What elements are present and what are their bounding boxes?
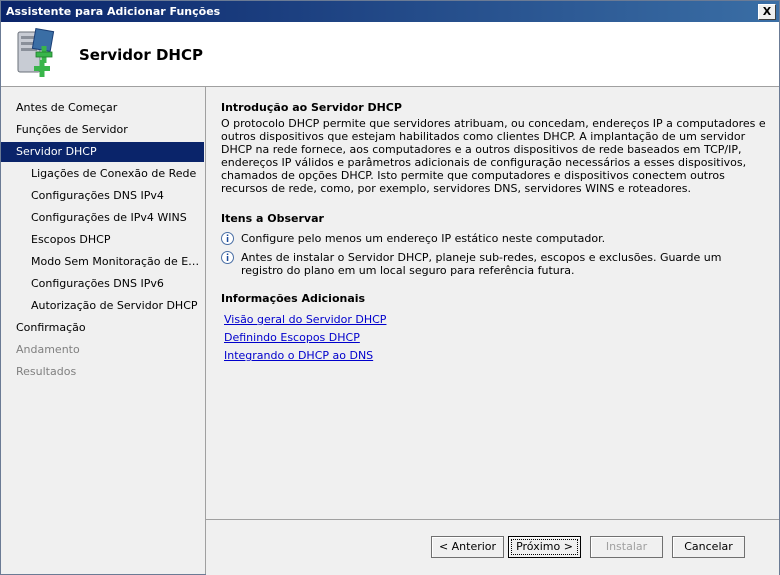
- more-info-title: Informações Adicionais: [221, 292, 366, 305]
- nav-item[interactable]: Escopos DHCP: [1, 230, 204, 250]
- title-bar[interactable]: Assistente para Adicionar Funções X: [1, 1, 779, 22]
- note-text: Configure pelo menos um endereço IP está…: [241, 232, 606, 245]
- nav-item[interactable]: Servidor DHCP: [1, 142, 204, 162]
- link-defining-scopes[interactable]: Definindo Escopos DHCP: [224, 331, 360, 344]
- info-icon: [221, 251, 234, 264]
- window-title: Assistente para Adicionar Funções: [6, 5, 221, 18]
- nav-item[interactable]: Autorização de Servidor DHCP: [1, 296, 204, 316]
- intro-title: Introdução ao Servidor DHCP: [221, 101, 402, 114]
- close-button[interactable]: X: [758, 4, 776, 20]
- intro-text: O protocolo DHCP permite que servidores …: [221, 117, 766, 195]
- nav-item[interactable]: Confirmação: [1, 318, 204, 338]
- page-title: Servidor DHCP: [79, 46, 203, 64]
- nav-item[interactable]: Configurações DNS IPv4: [1, 186, 204, 206]
- server-add-icon: [17, 28, 55, 77]
- nav-item[interactable]: Funções de Servidor: [1, 120, 204, 140]
- install-button[interactable]: Instalar: [590, 536, 663, 558]
- nav-item[interactable]: Modo Sem Monitoração de Est...: [1, 252, 204, 272]
- next-button[interactable]: Próximo >: [508, 536, 581, 558]
- wizard-window: Assistente para Adicionar Funções X Serv…: [0, 0, 780, 575]
- nav-item[interactable]: Ligações de Conexão de Rede: [1, 164, 204, 184]
- link-dhcp-dns[interactable]: Integrando o DHCP ao DNS: [224, 349, 373, 362]
- cancel-button[interactable]: Cancelar: [672, 536, 745, 558]
- note-text: Antes de instalar o Servidor DHCP, plane…: [241, 251, 722, 277]
- notes-title: Itens a Observar: [221, 212, 324, 225]
- nav-item: Andamento: [16, 343, 80, 356]
- nav-item[interactable]: Configurações de IPv4 WINS: [1, 208, 204, 228]
- content-pane: Introdução ao Servidor DHCP O protocolo …: [206, 87, 779, 519]
- wizard-footer: < Anterior Próximo > Instalar Cancelar: [206, 519, 779, 575]
- wizard-nav-pane: Antes de Começar Funções de Servidor Servi…: [1, 87, 206, 574]
- info-icon: [221, 232, 234, 245]
- back-button[interactable]: < Anterior: [431, 536, 504, 558]
- wizard-header: Servidor DHCP: [1, 22, 779, 87]
- nav-item[interactable]: Configurações DNS IPv6: [1, 274, 204, 294]
- nav-item[interactable]: Antes de Começar: [1, 98, 204, 118]
- link-dhcp-overview[interactable]: Visão geral do Servidor DHCP: [224, 313, 386, 326]
- nav-item: Resultados: [16, 365, 77, 378]
